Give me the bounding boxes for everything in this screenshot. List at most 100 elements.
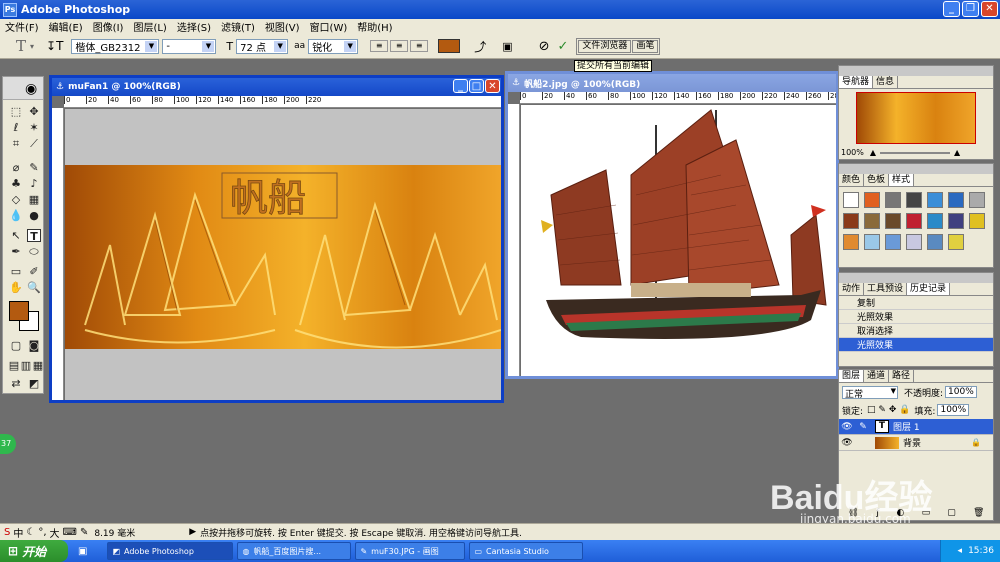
move-tool-icon[interactable]: ✥ xyxy=(27,105,41,118)
brush-tool-icon[interactable]: ✎ xyxy=(27,161,41,174)
tab-history[interactable]: 历史记录 xyxy=(907,283,951,295)
zoom-in-icon[interactable]: ▲ xyxy=(954,148,960,157)
menu-file[interactable]: 文件(F) xyxy=(0,19,44,34)
marquee-tool-icon[interactable]: ⬚ xyxy=(9,105,23,118)
magic-wand-icon[interactable]: ✶ xyxy=(27,121,41,134)
healing-brush-icon[interactable]: ⌀ xyxy=(9,161,23,174)
menu-image[interactable]: 图像(I) xyxy=(88,19,129,34)
ime-fullwidth-mode[interactable]: 大 xyxy=(50,525,60,540)
stamp-tool-icon[interactable]: ♣ xyxy=(9,177,23,190)
menu-view[interactable]: 视图(V) xyxy=(260,19,305,34)
gradient-tool-icon[interactable]: ▦ xyxy=(27,193,41,206)
cancel-edit-icon[interactable]: ⊘ xyxy=(539,39,550,54)
commit-edit-icon[interactable]: ✓ xyxy=(558,39,569,54)
history-item[interactable]: 光照效果 xyxy=(839,310,993,324)
tab-file-browser[interactable]: 文件浏览器 xyxy=(578,39,632,53)
style-swatch[interactable] xyxy=(843,234,859,250)
doc1-minimize-button[interactable]: _ xyxy=(453,79,468,93)
jump-to-imageready-icon[interactable]: ⇄ xyxy=(9,377,23,390)
quickmask-mode-icon[interactable]: ◙ xyxy=(27,339,41,352)
style-swatch[interactable] xyxy=(906,213,922,229)
style-swatch[interactable] xyxy=(927,213,943,229)
ime-logo-icon[interactable]: S xyxy=(4,527,10,538)
notes-tool-icon[interactable]: ▭ xyxy=(9,265,23,278)
menu-filter[interactable]: 滤镜(T) xyxy=(216,19,260,34)
tab-actions[interactable]: 动作 xyxy=(839,283,865,295)
menu-select[interactable]: 选择(S) xyxy=(172,19,216,34)
style-none[interactable] xyxy=(843,192,859,208)
hand-tool-icon[interactable]: ✋ xyxy=(9,281,23,294)
task-paint[interactable]: ✎ muF30.JPG - 画图 xyxy=(355,542,466,560)
eyedropper-icon[interactable]: ✐ xyxy=(27,265,41,278)
eraser-tool-icon[interactable]: ◇ xyxy=(9,193,23,206)
tab-navigator[interactable]: 导航器 xyxy=(839,76,874,88)
style-swatch[interactable] xyxy=(948,192,964,208)
type-tool-icon[interactable]: T xyxy=(27,229,41,243)
style-swatch[interactable] xyxy=(927,192,943,208)
restore-button[interactable]: ❐ xyxy=(962,1,979,17)
opacity-field[interactable]: 100% xyxy=(945,386,977,398)
tab-info[interactable]: 信息 xyxy=(873,76,899,88)
menu-help[interactable]: 帮助(H) xyxy=(352,19,397,34)
standard-mode-icon[interactable]: ▢ xyxy=(9,339,23,352)
style-swatch[interactable] xyxy=(843,213,859,229)
fill-field[interactable]: 100% xyxy=(937,404,970,416)
imageready-icon[interactable]: ◩ xyxy=(27,377,41,390)
align-center-icon[interactable]: ≡ xyxy=(390,40,409,52)
lock-icons[interactable]: □ ✎ ✥ 🔒 xyxy=(867,405,910,415)
style-swatch[interactable] xyxy=(948,213,964,229)
doc1-close-button[interactable]: ✕ xyxy=(485,79,500,93)
layer-row-background[interactable]: 👁 背景 🔒 xyxy=(839,435,993,451)
tab-layers[interactable]: 图层 xyxy=(839,370,865,382)
ime-keyboard-icon[interactable]: ⌨ xyxy=(63,527,77,538)
start-button[interactable]: ⊞ 开始 xyxy=(0,540,68,562)
blur-tool-icon[interactable]: 💧 xyxy=(9,209,23,222)
minimize-button[interactable]: _ xyxy=(943,1,960,17)
task-photoshop[interactable]: ◩ Adobe Photoshop xyxy=(107,542,234,560)
task-camtasia[interactable]: ▭ Cantasia Studio xyxy=(469,542,584,560)
ime-punct-icon[interactable]: °, xyxy=(38,527,46,538)
style-swatch[interactable] xyxy=(885,234,901,250)
tab-paths[interactable]: 路径 xyxy=(889,370,915,382)
warp-text-icon[interactable]: ⤴ xyxy=(474,38,486,55)
navigator-preview[interactable] xyxy=(856,92,976,144)
tab-brushes[interactable]: 画笔 xyxy=(632,39,659,53)
path-select-icon[interactable]: ↖ xyxy=(9,229,23,242)
style-swatch[interactable] xyxy=(906,192,922,208)
eye-logo-icon[interactable]: ◉ xyxy=(25,81,37,97)
shape-tool-icon[interactable]: ⬭ xyxy=(27,245,41,258)
layer-row-text[interactable]: 👁 ✎ T 图层 1 xyxy=(839,419,993,435)
zoom-out-icon[interactable]: ▲ xyxy=(870,148,876,157)
ime-chinese-mode[interactable]: 中 xyxy=(13,525,23,540)
align-left-icon[interactable]: ≡ xyxy=(370,40,389,52)
style-swatch[interactable] xyxy=(885,213,901,229)
close-button[interactable]: ✕ xyxy=(981,1,998,17)
visibility-eye-icon[interactable]: 👁 xyxy=(839,422,855,432)
style-swatch[interactable] xyxy=(885,192,901,208)
menu-window[interactable]: 窗口(W) xyxy=(305,19,353,34)
style-swatch[interactable] xyxy=(969,192,985,208)
history-item-current[interactable]: 光照效果 xyxy=(839,338,993,352)
tab-color[interactable]: 颜色 xyxy=(839,174,865,186)
history-item[interactable]: 取消选择 xyxy=(839,324,993,338)
style-swatch[interactable] xyxy=(948,234,964,250)
delete-layer-icon[interactable]: 🗑 xyxy=(973,508,984,518)
text-orientation-icon[interactable]: ↧T xyxy=(46,39,63,53)
doc1-maximize-button[interactable]: □ xyxy=(469,79,484,93)
zoom-slider[interactable] xyxy=(880,151,951,154)
tab-channels[interactable]: 通道 xyxy=(864,370,890,382)
visibility-eye-icon[interactable]: 👁 xyxy=(839,438,855,448)
ime-tools-icon[interactable]: ✎ xyxy=(80,527,88,538)
tab-styles[interactable]: 样式 xyxy=(889,174,915,186)
ime-moon-icon[interactable]: ☾ xyxy=(26,527,35,538)
style-swatch[interactable] xyxy=(906,234,922,250)
antialias-select[interactable]: 锐化 ▼ xyxy=(308,38,359,54)
foreground-color[interactable] xyxy=(9,301,29,321)
palette-toggle-icon[interactable]: ▣ xyxy=(502,40,512,53)
canvas-area[interactable]: 帆船 xyxy=(65,109,501,400)
align-right-icon[interactable]: ≡ xyxy=(410,40,429,52)
pen-tool-icon[interactable]: ✒ xyxy=(9,245,23,258)
menu-edit[interactable]: 编辑(E) xyxy=(44,19,88,34)
font-style-select[interactable]: - ▼ xyxy=(162,38,217,54)
task-browser[interactable]: ◍ 帆船_百度图片搜... xyxy=(237,542,352,560)
